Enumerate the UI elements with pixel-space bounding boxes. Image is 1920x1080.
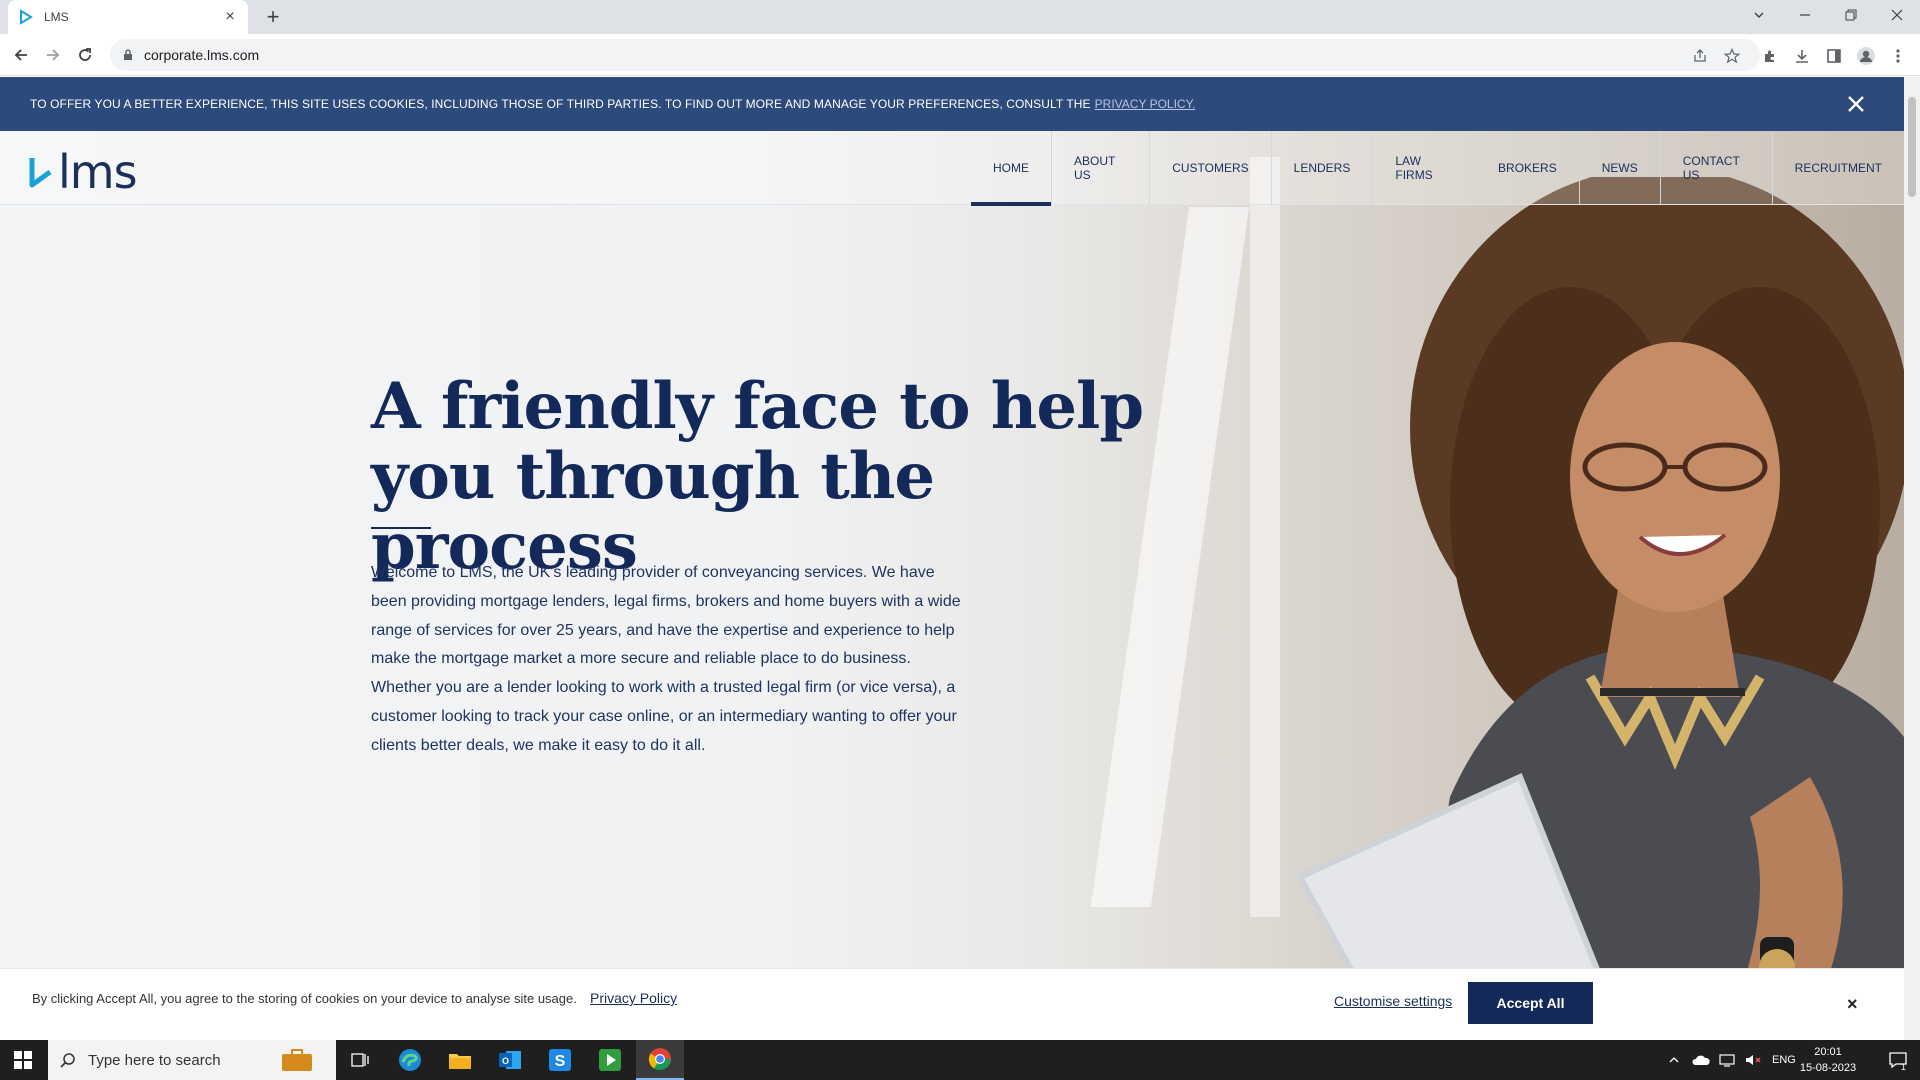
forward-button[interactable]: [40, 42, 66, 68]
nav-home[interactable]: HOME: [971, 131, 1052, 206]
cookie-consent-banner: By clicking Accept All, you agree to the…: [0, 968, 1904, 1040]
clock-date: 15-08-2023: [1799, 1062, 1857, 1074]
customise-settings-link[interactable]: Customise settings: [1334, 993, 1452, 1009]
download-icon[interactable]: [1790, 44, 1814, 68]
search-icon: [60, 1053, 75, 1068]
volume-muted-icon[interactable]: [1744, 1053, 1762, 1067]
minimize-button[interactable]: [1782, 0, 1828, 30]
green-media-app-icon[interactable]: [586, 1040, 634, 1080]
nav-contact-us[interactable]: CONTACT US: [1661, 131, 1773, 205]
accept-all-button[interactable]: Accept All: [1468, 982, 1593, 1024]
chrome-browser-icon[interactable]: [636, 1040, 684, 1080]
file-explorer-icon[interactable]: [436, 1040, 484, 1080]
nav-recruitment[interactable]: RECRUITMENT: [1773, 131, 1904, 205]
taskbar-search-box[interactable]: Type here to search: [48, 1040, 336, 1080]
page-scrollbar[interactable]: [1904, 77, 1920, 1040]
logo-text: lms: [58, 145, 138, 199]
main-navigation: HOME ABOUT US CUSTOMERS LENDERS LAW FIRM…: [971, 131, 1904, 206]
close-window-button[interactable]: [1874, 0, 1920, 30]
network-icon[interactable]: [1718, 1053, 1736, 1067]
browser-menu-icon[interactable]: [1886, 44, 1910, 68]
headline-divider: [371, 527, 431, 529]
browser-tab-strip: LMS × +: [0, 0, 1920, 34]
lms-logo-mark-icon: [29, 158, 52, 188]
side-panel-icon[interactable]: [1822, 44, 1846, 68]
svg-text:S: S: [555, 1053, 566, 1070]
close-cookie-banner-icon[interactable]: ×: [1847, 994, 1858, 1015]
nav-customers[interactable]: CUSTOMERS: [1150, 131, 1272, 205]
nav-law-firms[interactable]: LAW FIRMS: [1373, 131, 1477, 205]
notification-count: 1: [1901, 1062, 1907, 1072]
scrollbar-thumb[interactable]: [1908, 97, 1916, 197]
cookie-notice-bar: TO OFFER YOU A BETTER EXPERIENCE, THIS S…: [0, 77, 1904, 131]
lms-favicon-icon: [20, 9, 33, 25]
extensions-icon[interactable]: [1758, 44, 1782, 68]
cookie-notice-text: TO OFFER YOU A BETTER EXPERIENCE, THIS S…: [30, 97, 1091, 111]
windows-logo-icon: [14, 1051, 32, 1069]
clock-time: 20:01: [1814, 1046, 1842, 1058]
tab-search-icon[interactable]: [1736, 0, 1782, 30]
nav-about-us[interactable]: ABOUT US: [1052, 131, 1151, 205]
outlook-icon[interactable]: O: [486, 1040, 534, 1080]
hero-woman-image: [1295, 177, 1904, 1040]
onedrive-icon[interactable]: [1692, 1053, 1710, 1067]
nav-lenders[interactable]: LENDERS: [1272, 131, 1374, 205]
lms-logo[interactable]: lms: [28, 145, 138, 199]
briefcase-icon: [282, 1049, 312, 1071]
hero-intro-text: Welcome to LMS, the UK's leading provide…: [371, 564, 961, 754]
privacy-policy-link[interactable]: PRIVACY POLICY.: [1095, 97, 1196, 111]
browser-toolbar: corporate.lms.com: [0, 34, 1920, 76]
windows-start-button[interactable]: [0, 1040, 46, 1080]
restore-button[interactable]: [1828, 0, 1874, 30]
reload-button[interactable]: [72, 42, 98, 68]
bookmark-star-icon[interactable]: [1722, 46, 1742, 66]
site-header: lms HOME ABOUT US CUSTOMERS LENDERS LAW …: [0, 131, 1904, 206]
tab-close-icon[interactable]: ×: [222, 8, 238, 26]
new-tab-button[interactable]: +: [260, 4, 286, 30]
nav-brokers[interactable]: BROKERS: [1476, 131, 1580, 205]
svg-text:O: O: [502, 1056, 509, 1066]
profile-avatar-icon[interactable]: [1854, 44, 1878, 68]
url-text: corporate.lms.com: [144, 47, 260, 63]
blue-s-app-icon[interactable]: S: [536, 1040, 584, 1080]
cookie-consent-text: By clicking Accept All, you agree to the…: [32, 991, 577, 1006]
hero-headline: A friendly face to help you through the …: [371, 369, 1144, 584]
task-view-icon[interactable]: [336, 1040, 384, 1080]
nav-news[interactable]: NEWS: [1580, 131, 1661, 205]
close-icon[interactable]: [1844, 92, 1868, 116]
windows-taskbar: Type here to search O S ENG 20:01 15-08-…: [0, 1040, 1920, 1080]
webpage: TO OFFER YOU A BETTER EXPERIENCE, THIS S…: [0, 77, 1904, 1040]
back-button[interactable]: [8, 42, 34, 68]
system-tray: ENG: [1668, 1040, 1796, 1080]
edge-browser-icon[interactable]: [386, 1040, 434, 1080]
input-language-indicator[interactable]: ENG: [1772, 1054, 1796, 1066]
lock-icon: [124, 49, 132, 60]
address-bar[interactable]: corporate.lms.com: [110, 39, 1760, 71]
taskbar-clock[interactable]: 20:01 15-08-2023: [1796, 1044, 1860, 1076]
show-hidden-icons-icon[interactable]: [1668, 1054, 1680, 1066]
action-center-button[interactable]: 1: [1876, 1040, 1920, 1080]
browser-tab[interactable]: LMS ×: [8, 0, 248, 34]
privacy-policy-link[interactable]: Privacy Policy: [590, 990, 677, 1006]
tab-title: LMS: [44, 10, 69, 24]
taskbar-search-placeholder: Type here to search: [88, 1051, 221, 1069]
share-icon[interactable]: [1690, 46, 1710, 66]
